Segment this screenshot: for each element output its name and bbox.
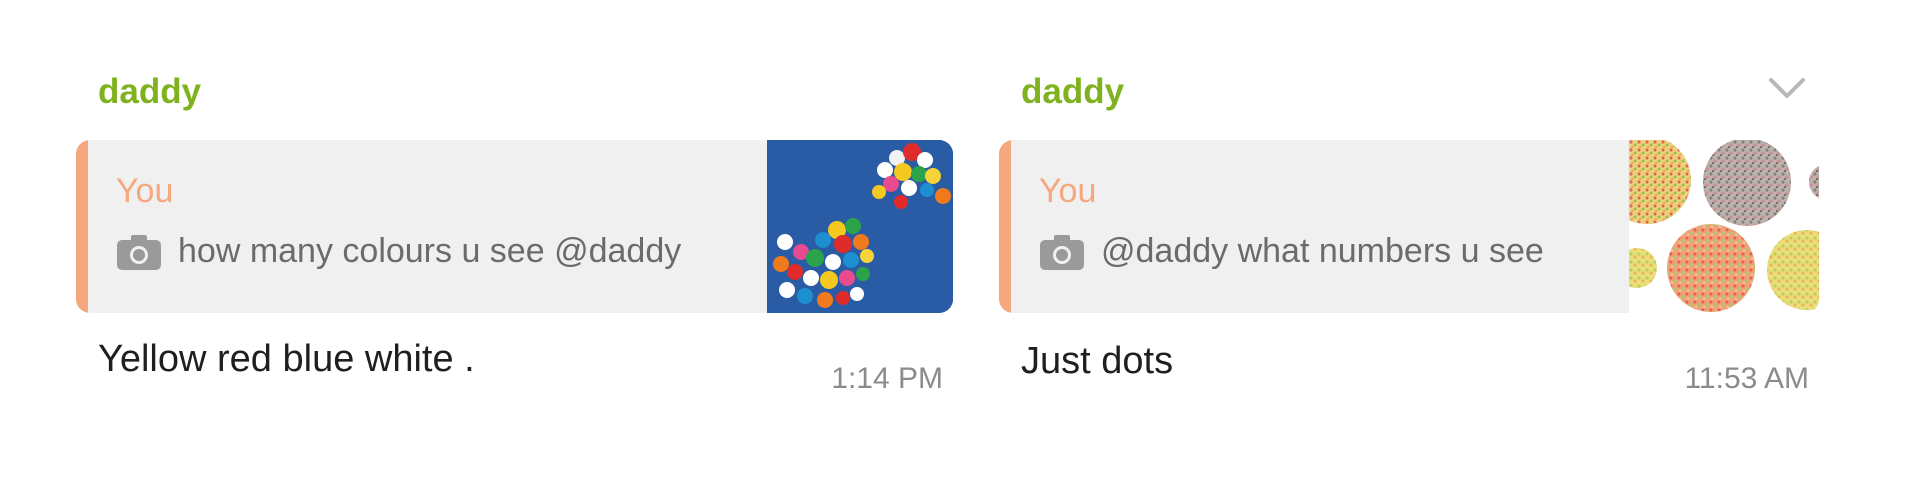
sender-name[interactable]: daddy [1021,72,1124,112]
quote-accent-bar [76,140,88,313]
color-dot-plates-image [1603,140,1819,313]
message-timestamp: 11:53 AM [1684,362,1809,395]
message-text: Yellow red blue white . [98,338,475,380]
quote-text-line: @daddy what numbers u see [1039,232,1544,271]
quoted-reply[interactable]: You how many colours u see @daddy [76,140,953,313]
camera-icon [117,234,161,270]
message-bubble[interactable]: daddy You how many colours u see @daddy [74,44,959,408]
quote-author: You [116,172,174,210]
quote-text-line: how many colours u see @daddy [116,232,681,271]
message-timestamp: 1:14 PM [831,362,943,395]
chevron-down-icon[interactable] [1765,72,1809,104]
quote-accent-bar [999,140,1011,313]
camera-icon [1040,234,1084,270]
quote-text: how many colours u see @daddy [178,232,682,270]
message-bubble[interactable]: daddy You @daddy what numbers u see Just… [997,44,1825,408]
quoted-image-thumbnail[interactable] [1603,140,1819,313]
quoted-reply[interactable]: You @daddy what numbers u see [999,140,1819,313]
balloons-image [767,140,953,313]
sender-name[interactable]: daddy [98,72,201,112]
quote-text: @daddy what numbers u see [1101,232,1544,270]
quote-author: You [1039,172,1097,210]
message-text: Just dots [1021,340,1174,382]
quoted-image-thumbnail[interactable] [767,140,953,313]
